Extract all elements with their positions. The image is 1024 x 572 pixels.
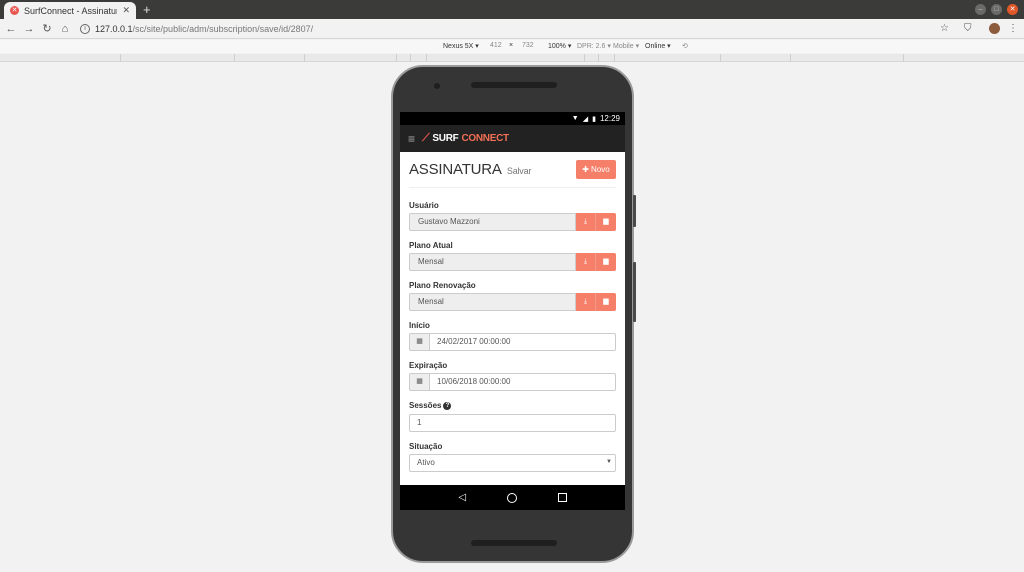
tab-title: SurfConnect - Assinatura (24, 5, 118, 16)
phone-power-button (633, 195, 636, 227)
question-icon[interactable]: ? (443, 402, 452, 410)
network-select[interactable]: Online ▾ (645, 42, 671, 50)
plano-renovacao-delete-button[interactable]: ▆ (596, 293, 616, 311)
hamburger-menu-icon[interactable]: ≡ (408, 132, 415, 146)
site-info-icon[interactable]: i (80, 24, 90, 34)
form-content: ASSINATURA Salvar ✚ Novo (400, 152, 625, 188)
app-bar: ≡ ⟋ SURF CONNECT (400, 125, 625, 152)
device-height[interactable]: 732 (522, 42, 534, 49)
sessoes-input[interactable]: 1 (409, 414, 616, 432)
inicio-label: Início (409, 321, 430, 330)
browser-toolbar: ← → ↻ ⌂ i 127.0.0.1/sc/site/public/adm/s… (0, 19, 1024, 39)
nav-back-icon[interactable]: ◁ (458, 492, 466, 503)
phone-bottom-speaker (471, 540, 557, 546)
back-icon[interactable]: ← (4, 21, 18, 37)
browser-tabstrip: ✕ SurfConnect - Assinatura ✕ + – □ ✕ (0, 0, 1024, 19)
media-query-ruler (0, 54, 1024, 62)
device-toolbar: Nexus 5X ▾ 412 × 732 100% ▾ DPR: 2.6 ▾ M… (0, 40, 1024, 53)
plano-renovacao-download-button[interactable]: ⤓ (576, 293, 596, 311)
tab-close-icon[interactable]: ✕ (122, 5, 130, 16)
sessoes-label: Sessões? (409, 401, 452, 410)
plano-atual-field: Mensal ⤓ ▆ (409, 253, 616, 271)
calendar-icon[interactable]: ▦ (409, 333, 430, 351)
plano-renovacao-label: Plano Renovação (409, 281, 476, 290)
browser-menu-icon[interactable]: ⋮ (1008, 21, 1018, 37)
plano-renovacao-field: Mensal ⤓ ▆ (409, 293, 616, 311)
zoom-select[interactable]: 100% ▾ (548, 42, 571, 50)
surfconnect-logo[interactable]: ⟋ SURF CONNECT (422, 132, 509, 145)
phone-speaker (471, 82, 557, 88)
bookmark-star-icon[interactable]: ☆ (940, 21, 949, 37)
usuario-label: Usuário (409, 201, 439, 210)
home-icon[interactable]: ⌂ (58, 21, 72, 37)
usuario-download-button[interactable]: ⤓ (576, 213, 596, 231)
minimize-icon[interactable]: – (975, 4, 986, 15)
page-header: ASSINATURA Salvar ✚ Novo (409, 152, 616, 188)
plano-atual-download-button[interactable]: ⤓ (576, 253, 596, 271)
device-select[interactable]: Nexus 5X ▾ (443, 42, 479, 50)
download-icon: ⤓ (583, 258, 588, 265)
plus-icon: ✚ (582, 165, 589, 174)
new-button[interactable]: ✚ Novo (576, 160, 616, 179)
profile-avatar[interactable] (989, 23, 1000, 34)
situacao-select[interactable]: Ativo (409, 454, 616, 472)
phone-screen: ▼ ◢ ▮ 12:29 ≡ ⟋ SURF CONNECT ASSINATURA S… (400, 112, 625, 510)
dpr-select[interactable]: DPR: 2.6 ▾ (577, 42, 611, 50)
phone-camera (434, 83, 440, 89)
page-title: ASSINATURA Salvar (409, 161, 532, 178)
reload-icon[interactable]: ↻ (40, 21, 54, 37)
forward-icon[interactable]: → (22, 21, 36, 37)
inicio-field: ▦ 24/02/2017 00:00:00 (409, 333, 616, 351)
trash-icon: ▆ (603, 218, 609, 225)
android-status-bar: ▼ ◢ ▮ 12:29 (400, 112, 625, 125)
chevron-down-icon: ▼ (606, 459, 612, 465)
usuario-field: Gustavo Mazzoni ⤓ ▆ (409, 213, 616, 231)
extension-shield-icon[interactable]: ⛉ (964, 21, 972, 37)
wifi-icon: ▼ (571, 115, 579, 122)
url-host: 127.0.0.1 (95, 24, 133, 34)
expiracao-datetime-input[interactable]: 10/06/2018 00:00:00 (429, 373, 616, 391)
expiracao-field: ▦ 10/06/2018 00:00:00 (409, 373, 616, 391)
usuario-input[interactable]: Gustavo Mazzoni (409, 213, 576, 231)
page-subtitle: Salvar (506, 166, 532, 176)
situacao-label: Situação (409, 442, 443, 451)
address-bar[interactable]: i 127.0.0.1/sc/site/public/adm/subscript… (80, 21, 920, 37)
browser-tab[interactable]: ✕ SurfConnect - Assinatura ✕ (4, 2, 136, 19)
maximize-icon[interactable]: □ (991, 4, 1002, 15)
sessoes-field: 1 (409, 414, 616, 432)
plano-atual-delete-button[interactable]: ▆ (596, 253, 616, 271)
url-path: /sc/site/public/adm/subscription/save/id… (132, 24, 314, 34)
status-time: 12:29 (599, 114, 620, 123)
mode-select[interactable]: Mobile ▾ (613, 42, 639, 50)
rotate-icon[interactable]: ⟲ (682, 42, 688, 50)
expiracao-label: Expiração (409, 361, 448, 370)
device-width[interactable]: 412 (490, 42, 502, 49)
nav-home-icon[interactable] (506, 492, 517, 503)
usuario-delete-button[interactable]: ▆ (596, 213, 616, 231)
trash-icon: ▆ (603, 258, 609, 265)
battery-icon: ▮ (592, 115, 596, 123)
download-icon: ⤓ (583, 298, 588, 305)
inicio-datetime-input[interactable]: 24/02/2017 00:00:00 (429, 333, 616, 351)
phone-volume-button (633, 262, 636, 322)
plano-atual-label: Plano Atual (409, 241, 453, 250)
new-tab-icon[interactable]: + (143, 2, 151, 17)
plano-atual-input[interactable]: Mensal (409, 253, 576, 271)
plano-renovacao-input[interactable]: Mensal (409, 293, 576, 311)
nav-recents-icon[interactable] (557, 493, 567, 502)
site-favicon-icon: ✕ (10, 6, 19, 15)
calendar-icon[interactable]: ▦ (409, 373, 430, 391)
dimension-separator: × (509, 42, 514, 49)
download-icon: ⤓ (583, 218, 588, 225)
android-nav-bar: ◁ (400, 485, 625, 510)
window-close-icon[interactable]: ✕ (1007, 4, 1018, 15)
trash-icon: ▆ (603, 298, 609, 305)
wave-logo-icon: ⟋ (422, 132, 430, 144)
window-controls: – □ ✕ (975, 4, 1018, 15)
signal-icon: ◢ (582, 115, 589, 123)
situacao-field: Ativo ▼ (409, 454, 616, 472)
